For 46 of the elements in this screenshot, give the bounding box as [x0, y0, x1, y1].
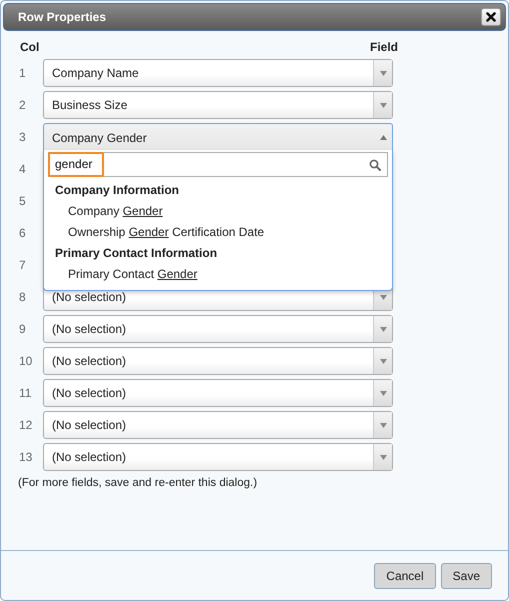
- column-header: Col: [20, 40, 40, 54]
- row-number: 7: [18, 258, 27, 272]
- row-number: 5: [18, 194, 27, 208]
- dropdown-option[interactable]: Company Gender: [48, 198, 388, 219]
- caret-down-icon: [380, 102, 386, 108]
- row-number: 10: [18, 354, 34, 368]
- group-label: Company Information: [54, 182, 180, 198]
- caret-down-icon: [380, 454, 386, 460]
- dropdown-option[interactable]: Ownership Gender Certification Date: [48, 219, 388, 240]
- close-icon: [486, 12, 496, 22]
- row-number: 11: [18, 386, 32, 400]
- row-number: 3: [18, 130, 27, 144]
- caret-down-icon: [380, 326, 386, 332]
- field-select[interactable]: Business Size: [43, 91, 393, 119]
- field-select[interactable]: (No selection): [43, 443, 393, 471]
- row-number: 6: [18, 226, 27, 240]
- row-number: 12: [18, 418, 34, 432]
- field-select[interactable]: (No selection): [43, 379, 393, 407]
- caret-down-icon: [380, 70, 386, 76]
- caret-down-icon: [380, 390, 386, 396]
- group-label: Primary Contact Information: [54, 245, 218, 261]
- row-number: 4: [18, 162, 27, 176]
- column-header: Field: [370, 40, 398, 54]
- hint-text: (For more fields, save and re-enter this dialog.): [17, 476, 258, 489]
- dialog-button[interactable]: Cancel: [374, 562, 436, 588]
- field-select[interactable]: (No selection): [43, 347, 393, 375]
- caret-up-icon: [380, 135, 386, 140]
- row-number: 9: [18, 322, 27, 336]
- dialog-button[interactable]: Save: [440, 562, 492, 588]
- search-field[interactable]: gender: [48, 152, 388, 177]
- search-input[interactable]: gender: [48, 152, 104, 176]
- close-button[interactable]: [481, 8, 501, 26]
- caret-down-icon: [380, 294, 386, 300]
- caret-down-icon: [380, 422, 386, 428]
- caret-down-icon: [380, 358, 386, 364]
- row-number: 2: [18, 98, 27, 112]
- search-icon: [369, 158, 381, 170]
- field-select[interactable]: (No selection): [43, 411, 393, 439]
- field-select[interactable]: Company Name: [43, 59, 393, 87]
- dialog-title: Row Properties: [18, 10, 106, 24]
- dropdown-option[interactable]: Primary Contact Gender: [48, 261, 388, 282]
- row-number: 13: [18, 450, 34, 464]
- row-number: 1: [18, 66, 27, 80]
- row-number: 8: [18, 290, 27, 304]
- field-select[interactable]: Company Gender: [43, 123, 393, 151]
- field-select[interactable]: (No selection): [43, 315, 393, 343]
